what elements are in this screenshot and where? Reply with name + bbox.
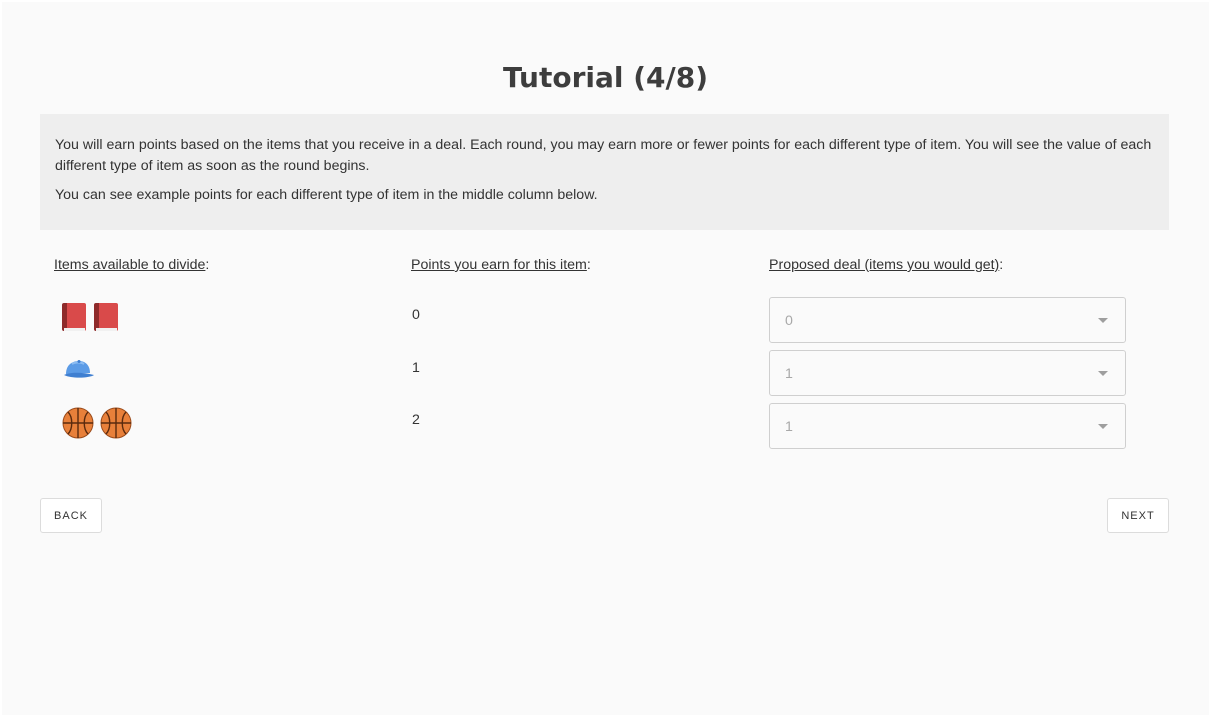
points-value-balls: 2	[412, 412, 420, 428]
points-value-books: 0	[412, 307, 420, 323]
deal-column-header: Proposed deal (items you would get):	[769, 257, 1004, 273]
deal-column-header-label: Proposed deal (items you would get)	[769, 257, 1000, 273]
deal-select-hats[interactable]: 1	[769, 350, 1126, 396]
chevron-down-icon	[1098, 318, 1108, 323]
tutorial-page: Tutorial (4/8) You will earn points base…	[2, 2, 1209, 715]
points-column-header: Points you earn for this item:	[411, 257, 591, 273]
cap-icon	[62, 358, 96, 382]
items-column-header: Items available to divide:	[54, 257, 210, 273]
book-icon	[62, 302, 88, 332]
items-row-hats	[62, 350, 96, 390]
points-value-hats: 1	[412, 360, 420, 376]
basketball-icon	[62, 407, 94, 439]
chevron-down-icon	[1098, 371, 1108, 376]
next-button[interactable]: NEXT	[1107, 498, 1169, 533]
instructions-box: You will earn points based on the items …	[40, 114, 1169, 230]
items-row-books	[62, 297, 120, 337]
deal-select-books-value: 0	[785, 313, 793, 329]
deal-select-books[interactable]: 0	[769, 297, 1126, 343]
back-button[interactable]: BACK	[40, 498, 102, 533]
items-row-balls	[62, 403, 132, 443]
chevron-down-icon	[1098, 424, 1108, 429]
deal-select-balls[interactable]: 1	[769, 403, 1126, 449]
basketball-icon	[100, 407, 132, 439]
deal-select-hats-value: 1	[785, 366, 793, 382]
book-icon	[94, 302, 120, 332]
deal-select-balls-value: 1	[785, 419, 793, 435]
instructions-paragraph-1: You will earn points based on the items …	[55, 137, 1152, 174]
items-column-header-label: Items available to divide	[54, 257, 206, 273]
points-column-header-label: Points you earn for this item	[411, 257, 587, 273]
page-title: Tutorial (4/8)	[502, 61, 708, 94]
instructions-paragraph-2: You can see example points for each diff…	[55, 187, 598, 203]
